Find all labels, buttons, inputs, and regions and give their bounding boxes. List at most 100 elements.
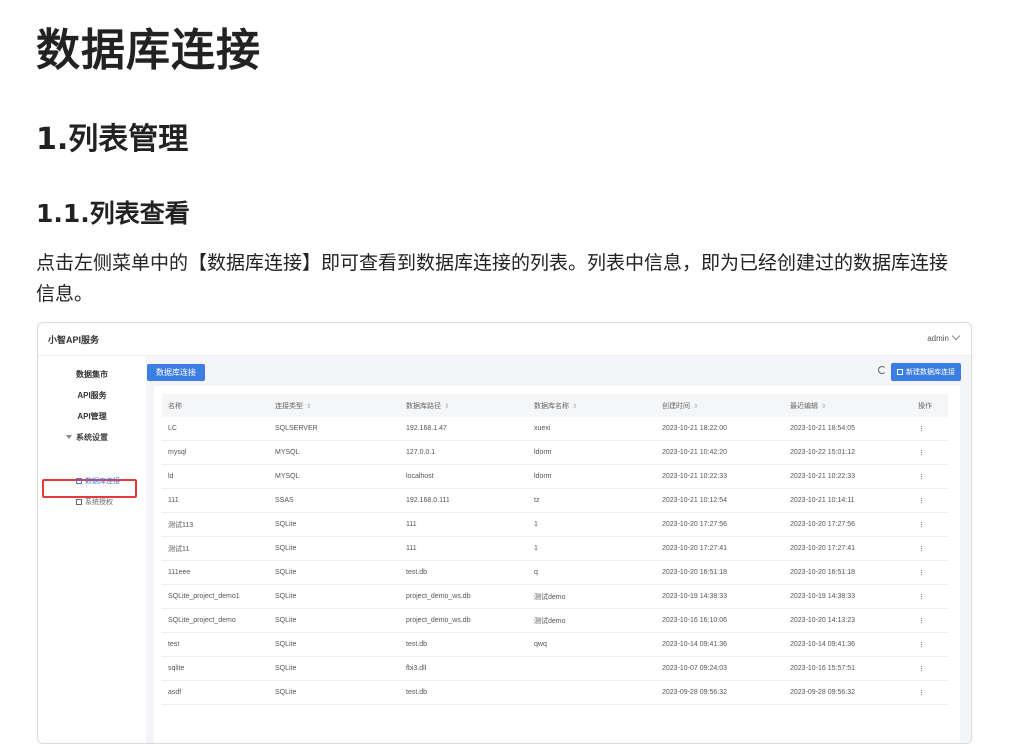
row-actions-icon[interactable]: ⋮ [912,488,948,513]
header-label: 连接类型 [275,402,303,410]
table-cell: 2023-10-19 14:38:33 [656,584,784,609]
table-cell: SQLite_project_demo [162,608,269,633]
table-cell: ldorm [528,440,656,465]
table-cell: 2023-10-20 17:27:41 [784,536,912,561]
table-cell: 测试113 [162,512,269,537]
row-actions-icon[interactable]: ⋮ [912,512,948,537]
user-name: admin [927,334,949,343]
col-dbname[interactable]: 数据库名称 ⇕ [528,394,656,417]
col-actions: 操作 [912,394,948,417]
table-cell: 2023-10-20 16:51:18 [784,560,912,585]
sort-icon[interactable]: ⇕ [306,403,311,410]
main-content: 数据库连接 新建数据库连接 名称 连接类型 ⇕ 数据库路径 ⇕ 数据库名称 ⇕ 创建时… [146,356,971,743]
table-cell: 2023-10-07 09:24:03 [656,656,784,681]
refresh-icon[interactable] [878,366,886,374]
table-row[interactable]: test SQLite test.db qwq 2023-10-14 09:41:36 2… [162,632,948,657]
license-icon [76,499,82,505]
col-type[interactable]: 连接类型 ⇕ [269,394,400,417]
app-brand: 小智API服务 [48,335,100,345]
row-actions-icon[interactable]: ⋮ [912,464,948,489]
table-row[interactable]: SQLite_project_demo1 SQLite project_demo_w… [162,584,948,609]
subsection-heading: 1.1.列表查看 [36,199,190,228]
row-actions-icon[interactable]: ⋮ [912,417,948,441]
table-row[interactable]: 测试11 SQLite 111 1 2023-10-20 17:27:41 2023-10… [162,536,948,561]
table-row[interactable]: LC SQLSERVER 192.168.1.47 xuexi 2023-10-21 1… [162,417,948,441]
table-cell: localhost [400,464,528,489]
table-cell: xuexi [528,417,656,441]
table-row[interactable]: SQLite_project_demo SQLite project_demo_ws… [162,608,948,633]
sidebar-item-label: 数据库连接 [85,478,120,485]
row-actions-icon[interactable]: ⋮ [912,440,948,465]
table-cell: MYSQL [269,440,400,465]
sidebar-item-license[interactable]: 系统授权 [76,497,146,507]
table-row[interactable]: mysql MYSQL 127.0.0.1 ldorm 2023-10-21 10:42… [162,440,948,465]
table-cell: sqlite [162,656,269,681]
table-row[interactable]: 测试113 SQLite 111 1 2023-10-20 17:27:56 2023-1… [162,512,948,537]
table-cell: 1 [528,512,656,537]
table-row[interactable]: 111eee SQLite test.db q 2023-10-20 16:51:18 2… [162,560,948,585]
section-heading: 1.列表管理 [36,122,189,157]
intro-paragraph: 点击左侧菜单中的【数据库连接】即可查看到数据库连接的列表。列表中信息，即为已经创… [36,252,949,305]
table-row[interactable]: ld MYSQL localhost ldorm 2023-10-21 10:22:33… [162,464,948,489]
table-header-row: 名称 连接类型 ⇕ 数据库路径 ⇕ 数据库名称 ⇕ 创建时间 ⇕ 最近编辑 ⇕ 操作 [162,394,948,417]
table-cell: 2023-10-22 15:01:12 [784,440,912,465]
sort-icon[interactable]: ⇕ [444,403,449,410]
table-cell: 2023-10-21 10:42:20 [656,440,784,465]
sidebar-item-data-market[interactable]: 数据集市 [38,369,146,380]
table-cell: SQLite [269,560,400,585]
table-cell: 192.168.1.47 [400,417,528,441]
table-cell: 2023-10-16 16:10:06 [656,608,784,633]
sidebar-item-api-management[interactable]: API管理 [38,411,146,422]
table-cell: SQLite [269,656,400,681]
table-cell: 2023-10-20 17:27:56 [784,512,912,537]
col-path[interactable]: 数据库路径 ⇕ [400,394,528,417]
table-cell: ld [162,464,269,489]
sidebar-item-db-connection[interactable]: 数据库连接 [76,476,146,486]
table-row[interactable]: 111 SSAS 192.168.0.111 tz 2023-10-21 10:12:5… [162,488,948,513]
table-cell: 127.0.0.1 [400,440,528,465]
table-cell: ldorm [528,464,656,489]
table-cell: asdf [162,680,269,705]
table-cell: LC [162,417,269,441]
app-screenshot: 小智API服务 admin 数据集市 API服务 API管理 系统设置 数据库连… [37,322,972,744]
database-icon [76,478,82,484]
row-actions-icon[interactable]: ⋮ [912,560,948,585]
table-cell: SQLite [269,608,400,633]
table-cell: mysql [162,440,269,465]
table-cell: SQLite [269,512,400,537]
table-cell: tz [528,488,656,513]
header-label: 创建时间 [662,402,690,410]
row-actions-icon[interactable]: ⋮ [912,680,948,705]
user-menu[interactable]: admin [927,331,961,343]
sidebar: 数据集市 API服务 API管理 系统设置 数据库连接 系统授权 [38,356,146,743]
table-cell: 2023-10-21 10:22:33 [784,464,912,489]
table-row[interactable]: sqlite SQLite fbi3.dll 2023-10-07 09:24:03 2… [162,656,948,681]
table-cell: SQLite [269,680,400,705]
header-label: 最近编辑 [790,402,818,410]
sort-icon[interactable]: ⇕ [821,403,826,410]
row-actions-icon[interactable]: ⋮ [912,536,948,561]
table-cell: test.db [400,680,528,705]
col-name: 名称 [162,394,269,417]
table-cell: 2023-09-28 09:56:32 [784,680,912,705]
sidebar-item-api-service[interactable]: API服务 [38,390,146,401]
table-cell: 2023-10-20 17:27:41 [656,536,784,561]
header-label: 数据库路径 [406,402,441,410]
table-cell: 2023-10-14 09:41:36 [784,632,912,657]
row-actions-icon[interactable]: ⋮ [912,608,948,633]
table-body: LC SQLSERVER 192.168.1.47 xuexi 2023-10-21 1… [162,417,948,705]
row-actions-icon[interactable]: ⋮ [912,656,948,681]
button-label: 新建数据库连接 [906,369,955,376]
top-bar: 小智API服务 admin [38,323,971,356]
table-row[interactable]: asdf SQLite test.db 2023-09-28 09:56:32 2023… [162,680,948,705]
col-created[interactable]: 创建时间 ⇕ [656,394,784,417]
sort-icon[interactable]: ⇕ [572,403,577,410]
new-connection-button[interactable]: 新建数据库连接 [891,363,961,381]
row-actions-icon[interactable]: ⋮ [912,632,948,657]
sort-icon[interactable]: ⇕ [693,403,698,410]
plus-icon [897,369,903,375]
page-title: 数据库连接 [36,25,261,76]
row-actions-icon[interactable]: ⋮ [912,584,948,609]
col-edited[interactable]: 最近编辑 ⇕ [784,394,912,417]
tab-db-connection[interactable]: 数据库连接 [147,364,205,381]
